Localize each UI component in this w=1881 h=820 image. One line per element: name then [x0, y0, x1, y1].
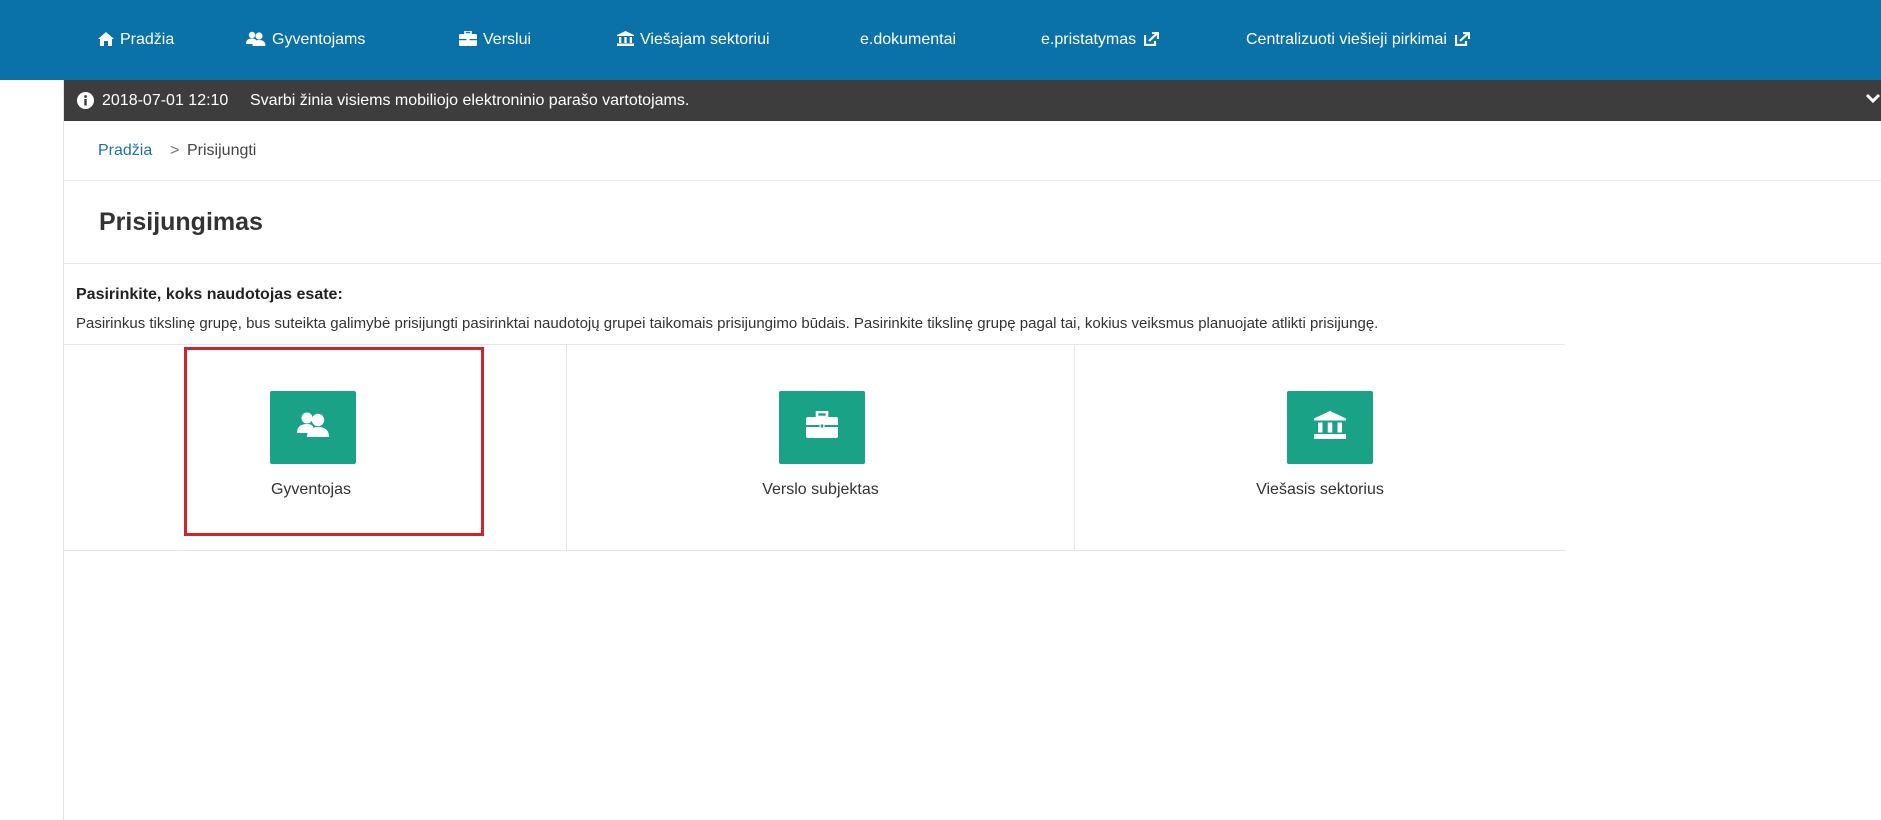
nav-item-label: Verslui — [483, 31, 532, 48]
breadcrumb-home-link[interactable]: Pradžia — [98, 121, 152, 181]
intro-text: Pasirinkus tikslinę grupę, bus suteikta … — [76, 315, 1379, 332]
left-gutter — [0, 0, 64, 820]
nav-item-label: e.dokumentai — [860, 31, 957, 48]
choice-gyventojas[interactable]: Gyventojas — [64, 345, 567, 550]
nav-item-verslui[interactable]: Verslui — [459, 28, 531, 52]
page: Pradžia Gyventojams Verslui Viešajam sek… — [0, 0, 1881, 820]
institution-icon — [1314, 411, 1346, 439]
choice-label[interactable]: Viešasis sektorius — [1075, 481, 1565, 499]
nav-item-label: Viešajam sektoriui — [640, 31, 770, 48]
home-icon — [98, 32, 114, 46]
nav-item-epristatymas[interactable]: e.pristatymas — [1041, 28, 1160, 52]
nav-item-edokumentai[interactable]: e.dokumentai — [860, 28, 956, 52]
nav-item-label: Centralizuoti viešieji pirkimai — [1246, 31, 1447, 48]
announcement-date: 2018-07-01 12:10 — [102, 92, 229, 109]
choice-tile[interactable] — [270, 391, 356, 464]
announcement-text[interactable]: Svarbi žinia visiems mobiliojo elektroni… — [250, 80, 689, 121]
top-navigation: Pradžia Gyventojams Verslui Viešajam sek… — [0, 0, 1881, 80]
nav-item-label: e.pristatymas — [1041, 31, 1137, 48]
external-link-icon — [1144, 32, 1160, 46]
external-link-icon — [1454, 32, 1470, 46]
breadcrumb-separator: > — [170, 142, 180, 159]
info-icon — [77, 92, 94, 109]
briefcase-icon — [459, 31, 477, 46]
nav-item-label: Gyventojams — [272, 31, 366, 48]
choice-viesasis-sektorius[interactable]: Viešasis sektorius — [1075, 345, 1565, 550]
chevron-down-icon[interactable] — [1865, 92, 1881, 106]
users-icon — [246, 31, 266, 46]
announcement-bar[interactable]: 2018-07-01 12:10 Svarbi žinia visiems mo… — [64, 80, 1881, 121]
page-header: Prisijungimas — [64, 181, 1881, 264]
nav-item-viesajam-sektoriui[interactable]: Viešajam sektoriui — [617, 28, 770, 52]
choice-label[interactable]: Verslo subjektas — [567, 481, 1074, 499]
intro-heading: Pasirinkite, koks naudotojas esate: — [76, 286, 343, 303]
nav-item-pradzia[interactable]: Pradžia — [98, 28, 174, 52]
choice-verslo-subjektas[interactable]: Verslo subjektas — [567, 345, 1075, 550]
page-title: Prisijungimas — [99, 208, 263, 236]
breadcrumb: Pradžia > Prisijungti — [64, 121, 1881, 181]
choice-tile[interactable] — [779, 391, 865, 464]
user-type-choices: Gyventojas Verslo subjektas Viešasis sek… — [64, 344, 1565, 551]
choice-tile[interactable] — [1287, 391, 1373, 464]
nav-item-centralizuoti-pirkimai[interactable]: Centralizuoti viešieji pirkimai — [1246, 28, 1470, 52]
nav-item-label: Pradžia — [120, 31, 175, 48]
briefcase-icon — [806, 411, 838, 438]
breadcrumb-current: Prisijungti — [187, 142, 257, 159]
users-icon — [297, 412, 329, 437]
nav-item-gyventojams[interactable]: Gyventojams — [246, 28, 365, 52]
choice-label[interactable]: Gyventojas — [60, 481, 562, 499]
institution-icon — [617, 31, 634, 46]
